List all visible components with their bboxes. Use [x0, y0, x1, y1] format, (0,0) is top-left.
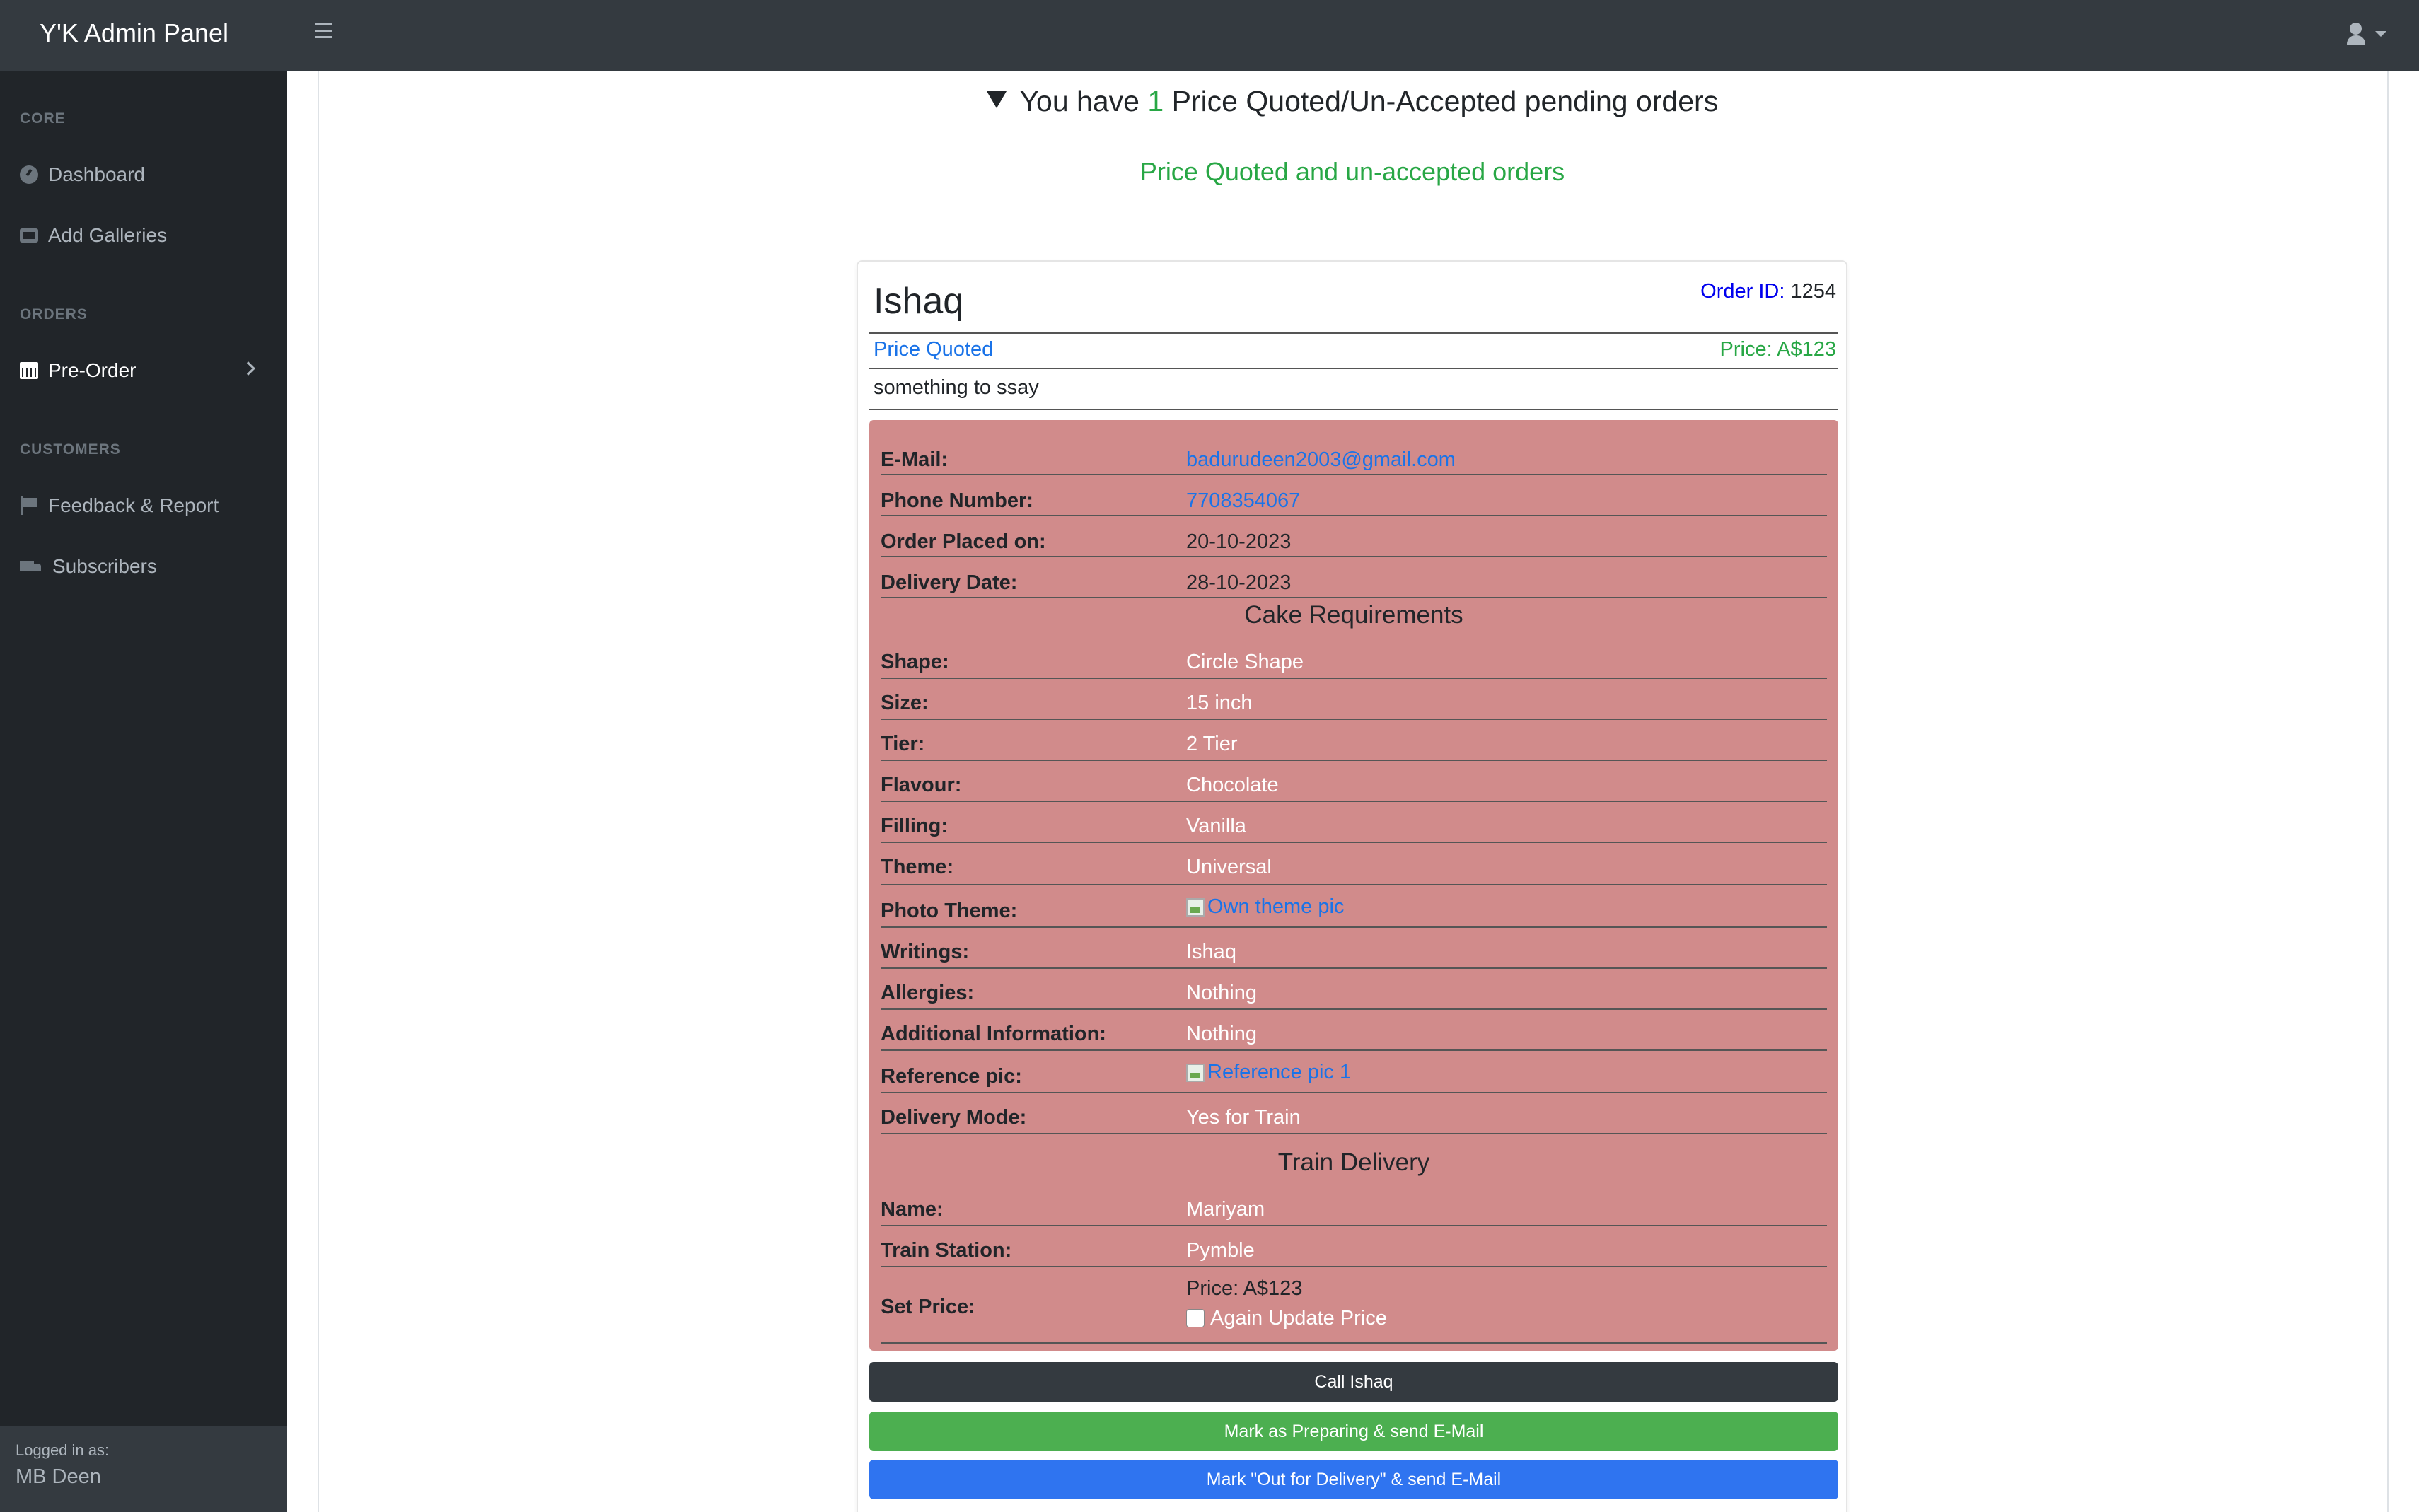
detail-row-allergies: Allergies: Nothing: [881, 969, 1827, 1010]
brand-title[interactable]: Y'K Admin Panel: [40, 18, 228, 48]
chevron-right-icon: [241, 361, 255, 376]
mark-out-for-delivery-button[interactable]: Mark "Out for Delivery" & send E-Mail: [869, 1460, 1838, 1499]
section-subtitle: Price Quoted and un-accepted orders: [1139, 157, 1565, 186]
order-details-panel: E-Mail: badurudeen2003@gmail.com Phone N…: [869, 420, 1838, 1351]
email-link[interactable]: badurudeen2003@gmail.com: [1186, 448, 1456, 472]
detail-row-delivery-date: Delivery Date: 28-10-2023: [881, 557, 1827, 598]
order-price: Price: A$123: [1719, 338, 1836, 361]
order-card: Ishaq Order ID: 1254 Price Quoted Price:…: [857, 260, 1847, 1512]
detail-row-additional-info: Additional Information: Nothing: [881, 1010, 1827, 1051]
logged-in-label: Logged in as:: [16, 1441, 110, 1459]
calendar-icon: [20, 362, 38, 379]
sidebar-heading-orders: ORDERS: [20, 306, 88, 322]
caret-down-icon: [986, 91, 1007, 108]
sidebar-item-label: Feedback & Report: [48, 494, 219, 516]
user-icon: [2350, 23, 2362, 35]
user-menu-button[interactable]: [2347, 21, 2392, 50]
detail-row-photo-theme: Photo Theme: Own theme pic: [881, 885, 1827, 928]
sidebar-item-subscribers[interactable]: Subscribers: [20, 547, 274, 586]
detail-row-filling: Filling: Vanilla: [881, 802, 1827, 843]
detail-row-order-placed: Order Placed on: 20-10-2023: [881, 516, 1827, 557]
detail-row-writings: Writings: Ishaq: [881, 928, 1827, 969]
detail-row-phone: Phone Number: 7708354067: [881, 475, 1827, 516]
detail-row-tier: Tier: 2 Tier: [881, 720, 1827, 761]
sidebar-item-label: Pre-Order: [48, 359, 137, 381]
divider: [869, 332, 1838, 334]
set-price-value: Price: A$123: [1186, 1277, 1303, 1300]
detail-row-train-station: Train Station: Pymble: [881, 1226, 1827, 1267]
truck-icon: [20, 557, 42, 576]
detail-row-reference-pic: Reference pic: Reference pic 1: [881, 1051, 1827, 1093]
again-update-price-toggle[interactable]: Again Update Price: [1186, 1307, 1387, 1330]
broken-image-icon: [1186, 1063, 1205, 1082]
gallery-icon: [20, 228, 38, 243]
caret-down-icon: [2375, 31, 2386, 37]
order-note: something to ssay: [874, 376, 1039, 399]
sidebar-footer: Logged in as: MB Deen: [0, 1426, 287, 1512]
detail-row-email: E-Mail: badurudeen2003@gmail.com: [881, 434, 1827, 475]
sidebar: CORE Dashboard Add Galleries ORDERS Pre-…: [0, 71, 287, 1512]
sidebar-item-feedback[interactable]: Feedback & Report: [20, 486, 274, 525]
pending-count: 1: [1147, 85, 1164, 117]
hamburger-icon[interactable]: [315, 23, 332, 38]
detail-row-set-price: Set Price: Price: A$123 Again Update Pri…: [881, 1267, 1827, 1344]
sidebar-item-label: Subscribers: [52, 555, 157, 577]
sidebar-item-add-galleries[interactable]: Add Galleries: [20, 216, 274, 255]
pending-orders-summary[interactable]: You have 1 Price Quoted/Un-Accepted pend…: [0, 85, 2419, 118]
detail-row-size: Size: 15 inch: [881, 679, 1827, 720]
order-status: Price Quoted: [874, 338, 994, 361]
top-navbar: Y'K Admin Panel: [0, 0, 2419, 71]
broken-image-icon: [1186, 897, 1205, 917]
mark-preparing-button[interactable]: Mark as Preparing & send E-Mail: [869, 1412, 1838, 1451]
detail-row-theme: Theme: Universal: [881, 843, 1827, 885]
again-update-price-checkbox[interactable]: [1186, 1309, 1205, 1327]
customer-name: Ishaq: [874, 281, 964, 322]
flag-icon: [20, 496, 38, 515]
divider: [869, 409, 1838, 410]
sidebar-heading-customers: CUSTOMERS: [20, 441, 121, 458]
cake-requirements-heading: Cake Requirements: [1244, 601, 1463, 629]
detail-row-train-name: Name: Mariyam: [881, 1185, 1827, 1226]
logged-in-user: MB Deen: [16, 1465, 101, 1488]
detail-row-shape: Shape: Circle Shape: [881, 638, 1827, 679]
phone-link[interactable]: 7708354067: [1186, 489, 1300, 513]
order-id: Order ID: 1254: [1700, 280, 1836, 303]
sidebar-item-label: Add Galleries: [48, 224, 168, 246]
divider: [869, 368, 1838, 369]
detail-row-delivery-mode: Delivery Mode: Yes for Train: [881, 1093, 1827, 1134]
detail-row-flavour: Flavour: Chocolate: [881, 761, 1827, 802]
train-delivery-heading: Train Delivery: [1277, 1148, 1430, 1176]
call-customer-button[interactable]: Call Ishaq: [869, 1362, 1838, 1402]
reference-pic-image[interactable]: Reference pic 1: [1186, 1061, 1351, 1084]
photo-theme-image[interactable]: Own theme pic: [1186, 895, 1344, 919]
sidebar-item-pre-order[interactable]: Pre-Order: [20, 351, 274, 390]
